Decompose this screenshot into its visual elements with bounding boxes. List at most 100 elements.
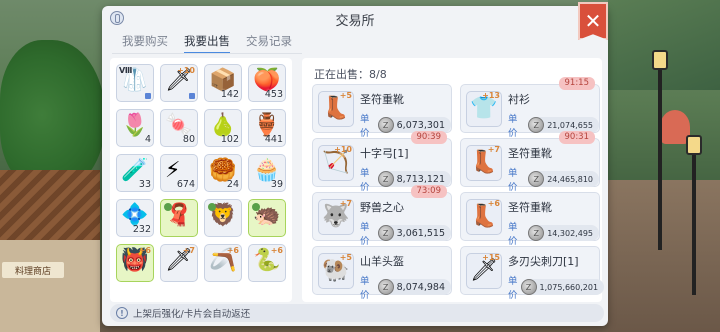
inventory-slot[interactable]: 🗡 +10 xyxy=(160,64,198,102)
item-quantity: 674 xyxy=(176,179,195,190)
info-icon: ! xyxy=(116,307,128,319)
inventory-slot[interactable]: 🍑 453 xyxy=(248,64,286,102)
tab-bar: 我要购买 我要出售 交易记录 xyxy=(114,32,300,54)
refine-level: +15 xyxy=(482,253,500,262)
inventory-slot[interactable]: 📦 142 xyxy=(204,64,242,102)
item-quantity: 80 xyxy=(182,134,195,145)
inventory-grid: 🥼 Ⅷ 🗡 +10 📦 142 🍑 453 🌷 4 🍬 80 🍐 102 🏺 441 🧪 33 ⚡ 674 🥮 24 🧁 39… xyxy=(110,58,292,288)
price-row: 单价 Z 14,302,495 xyxy=(508,219,599,247)
price-label: 单价 xyxy=(508,276,518,301)
item-quantity: 453 xyxy=(264,89,283,100)
listing-timer: 91:15 xyxy=(558,77,595,90)
street-lamp xyxy=(652,50,668,250)
listing-count: 正在出售：8/8 xyxy=(314,68,387,81)
listing-card[interactable]: 91:15 👕 +13 衬衫 单价 Z 21,074,655 xyxy=(460,77,600,139)
inventory-slot[interactable]: 👹 +6 xyxy=(116,244,154,282)
tab-buy[interactable]: 我要购买 xyxy=(114,32,176,52)
equipped-marker-icon xyxy=(145,93,151,99)
zeny-coin-icon: Z xyxy=(528,171,545,187)
inventory-slot[interactable]: ⚡ 674 xyxy=(160,154,198,192)
item-name: 野兽之心 xyxy=(360,201,404,214)
price-pill: Z 14,302,495 xyxy=(528,225,599,241)
notice-bar: ! 上架后强化/卡片会自动返还 xyxy=(110,304,604,322)
price-value: 24,465,810 xyxy=(547,174,593,184)
item-name: 圣符重靴 xyxy=(508,201,552,214)
listing-card[interactable]: 73:09 🐺 +7 野兽之心单价 Z 3,061,515 xyxy=(312,185,452,247)
inventory-slot[interactable]: 🗡 +7 xyxy=(160,244,198,282)
inventory-slot[interactable]: 🧁 39 xyxy=(248,154,286,192)
refine-level: +6 xyxy=(226,246,239,255)
item-icon: 👕 +13 xyxy=(466,91,502,127)
refine-level: +6 xyxy=(270,246,283,255)
refine-level: +10 xyxy=(177,66,195,75)
background-tree xyxy=(0,40,105,190)
inventory-slot[interactable]: 🍬 80 xyxy=(160,109,198,147)
equipped-marker-icon xyxy=(189,93,195,99)
item-quantity: 24 xyxy=(226,179,239,190)
inventory-slot[interactable]: 🦁 xyxy=(204,199,242,237)
inventory-slot[interactable]: 🧣 xyxy=(160,199,198,237)
price-value: 14,302,495 xyxy=(547,228,593,238)
listing-card[interactable]: 👢 +6 圣符重靴单价 Z 14,302,495 xyxy=(460,192,600,247)
price-pill: Z 1,075,660,201 xyxy=(520,279,605,295)
tab-history[interactable]: 交易记录 xyxy=(238,32,300,52)
listing-timer: 90:31 xyxy=(558,131,595,144)
inventory-slot[interactable]: 🐍 +6 xyxy=(248,244,286,282)
card-slot-icon xyxy=(164,203,172,211)
refine-level: +7 xyxy=(487,145,500,154)
price-value: 6,073,301 xyxy=(396,119,445,131)
item-icon: 👢 +7 xyxy=(466,145,502,181)
price-value: 21,074,655 xyxy=(547,120,593,130)
listing-card[interactable]: 90:39 🏹 +10 十字弓[1] 单价 Z 8,713,121 xyxy=(312,131,452,193)
listing-card[interactable]: 👢 +5 圣符重靴 单价 Z 6,073,301 xyxy=(312,84,452,139)
card-slot-icon xyxy=(252,203,260,211)
inventory-slot[interactable]: 🥼 Ⅷ xyxy=(116,64,154,102)
price-pill: Z 3,061,515 xyxy=(377,225,451,241)
listing-timer: 90:39 xyxy=(410,131,447,144)
divider xyxy=(112,53,302,54)
refine-level: +6 xyxy=(138,246,151,255)
item-icon: 👢 +6 xyxy=(466,199,502,235)
listing-card[interactable]: 🗡 +15 多刃尖刺刀[1] 单价 Z 1,075,660,201 xyxy=(460,246,605,301)
price-label: 单价 xyxy=(360,168,370,193)
inventory-slot[interactable]: 🪃 +6 xyxy=(204,244,242,282)
item-quantity: 102 xyxy=(220,134,239,145)
price-label: 单价 xyxy=(508,168,518,193)
refine-level: +6 xyxy=(487,199,500,208)
price-label: 单价 xyxy=(360,276,370,301)
inventory-slot[interactable]: 🦔 xyxy=(248,199,286,237)
inventory-slot[interactable]: 🍐 102 xyxy=(204,109,242,147)
price-row: 单价 Z 1,075,660,201 xyxy=(508,273,605,301)
item-quantity: 4 xyxy=(144,134,151,145)
inventory-panel[interactable]: 🥼 Ⅷ 🗡 +10 📦 142 🍑 453 🌷 4 🍬 80 🍐 102 🏺 441 🧪 33 ⚡ 674 🥮 24 🧁 39… xyxy=(110,58,292,302)
close-button[interactable]: ✕ xyxy=(578,2,608,40)
window-title: 交易所 xyxy=(335,14,375,29)
zeny-coin-icon: Z xyxy=(377,171,394,187)
listing-card[interactable]: 90:31 👢 +7 圣符重靴 单价 Z 24,465,810 xyxy=(460,131,600,193)
price-label: 单价 xyxy=(508,222,518,247)
item-quantity: 142 xyxy=(220,89,239,100)
listing-timer: 73:09 xyxy=(410,185,447,198)
listing-card[interactable]: 🐏 +5 山羊头盔 单价 Z 8,074,984 xyxy=(312,246,452,301)
refine-level: +7 xyxy=(182,246,195,255)
street-lamp xyxy=(686,135,702,295)
inventory-slot[interactable]: 🧪 33 xyxy=(116,154,154,192)
inventory-slot[interactable]: 🌷 4 xyxy=(116,109,154,147)
price-row: 单价 Z 3,061,515 xyxy=(360,219,451,247)
inventory-slot[interactable]: 💠 232 xyxy=(116,199,154,237)
item-icon: 🐺 +7 xyxy=(318,199,354,235)
item-icon: 🐏 +5 xyxy=(318,253,354,289)
shop-sign: 料理商店 xyxy=(2,262,64,278)
item-quantity: 232 xyxy=(132,224,151,235)
tab-sell[interactable]: 我要出售 xyxy=(176,32,238,54)
inventory-slot[interactable]: 🏺 441 xyxy=(248,109,286,147)
zeny-coin-icon: Z xyxy=(377,225,394,241)
zeny-coin-icon: Z xyxy=(377,117,394,133)
price-label: 单价 xyxy=(508,114,518,139)
listing-grid: 👢 +5 圣符重靴 单价 Z 6,073,301 91:15 👕 +13 衬衫 单价 Z 21,074,… xyxy=(312,77,605,301)
inventory-slot[interactable]: 🥮 24 xyxy=(204,154,242,192)
item-icon: 🗡 +15 xyxy=(466,253,502,289)
zeny-coin-icon: Z xyxy=(528,117,545,133)
background-roof xyxy=(0,170,100,250)
card-slot-icon xyxy=(208,203,216,211)
